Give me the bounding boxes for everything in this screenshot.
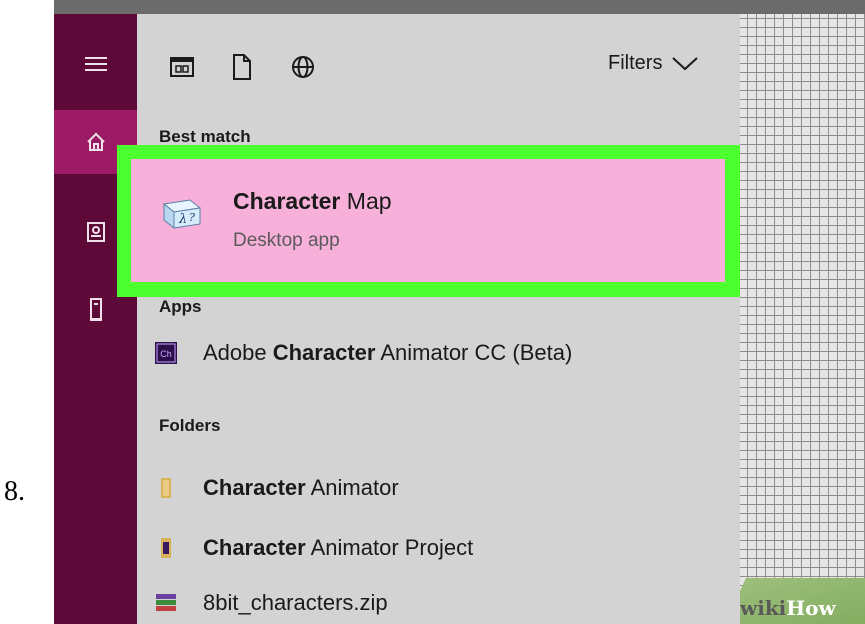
- apps-icon: [170, 57, 194, 77]
- start-sidebar: [54, 14, 137, 624]
- app-result-label: Adobe Character Animator CC (Beta): [203, 340, 573, 365]
- home-icon: [86, 132, 105, 151]
- best-match-title: Character Map: [233, 188, 392, 214]
- section-apps: Apps: [159, 297, 202, 316]
- folder-icon: [155, 537, 177, 559]
- apps-filter-button[interactable]: [165, 50, 199, 84]
- filters-label: Filters: [608, 52, 663, 74]
- zip-archive-icon: [155, 592, 177, 614]
- file-result-8bit-characters-zip[interactable]: 8bit_characters.zip: [155, 590, 388, 616]
- hamburger-icon: [84, 57, 107, 71]
- top-strip: [54, 0, 865, 14]
- svg-text:?: ?: [189, 211, 195, 224]
- svg-text:Ch: Ch: [160, 349, 172, 359]
- documents-filter-button[interactable]: [225, 50, 259, 84]
- notebook-icon: [86, 222, 105, 242]
- character-map-icon: λ ?: [160, 196, 204, 235]
- screenshot-area: wikiHow Filters Best match Apps Ch Adobe…: [54, 0, 865, 624]
- folder-icon: [155, 477, 177, 499]
- section-folders: Folders: [159, 416, 221, 435]
- section-best-match: Best match: [159, 127, 251, 146]
- file-result-label: 8bit_characters.zip: [203, 590, 388, 615]
- search-results-panel: Filters Best match Apps Ch Adobe Charact…: [137, 14, 740, 624]
- watermark-logo: wikiHow: [740, 596, 836, 620]
- best-match-result[interactable]: [131, 159, 725, 282]
- best-match-subtitle: Desktop app: [233, 230, 340, 251]
- folder-result-label: Character Animator Project: [203, 535, 474, 560]
- document-icon: [233, 54, 251, 80]
- web-filter-button[interactable]: [286, 50, 320, 84]
- menu-button[interactable]: [54, 32, 137, 96]
- svg-text:λ: λ: [178, 212, 187, 227]
- folder-result-character-animator-project[interactable]: Character Animator Project: [155, 535, 473, 561]
- adobe-character-animator-icon: Ch: [155, 342, 177, 364]
- chevron-down-icon: [672, 56, 699, 70]
- web-globe-icon: [292, 56, 314, 78]
- tower-icon: [89, 298, 102, 321]
- folder-result-character-animator[interactable]: Character Animator: [155, 475, 399, 501]
- step-number: 8.: [4, 476, 25, 507]
- filters-dropdown[interactable]: Filters: [608, 52, 699, 75]
- app-result-adobe-character-animator[interactable]: Ch Adobe Character Animator CC (Beta): [155, 340, 572, 366]
- folder-result-label: Character Animator: [203, 475, 399, 500]
